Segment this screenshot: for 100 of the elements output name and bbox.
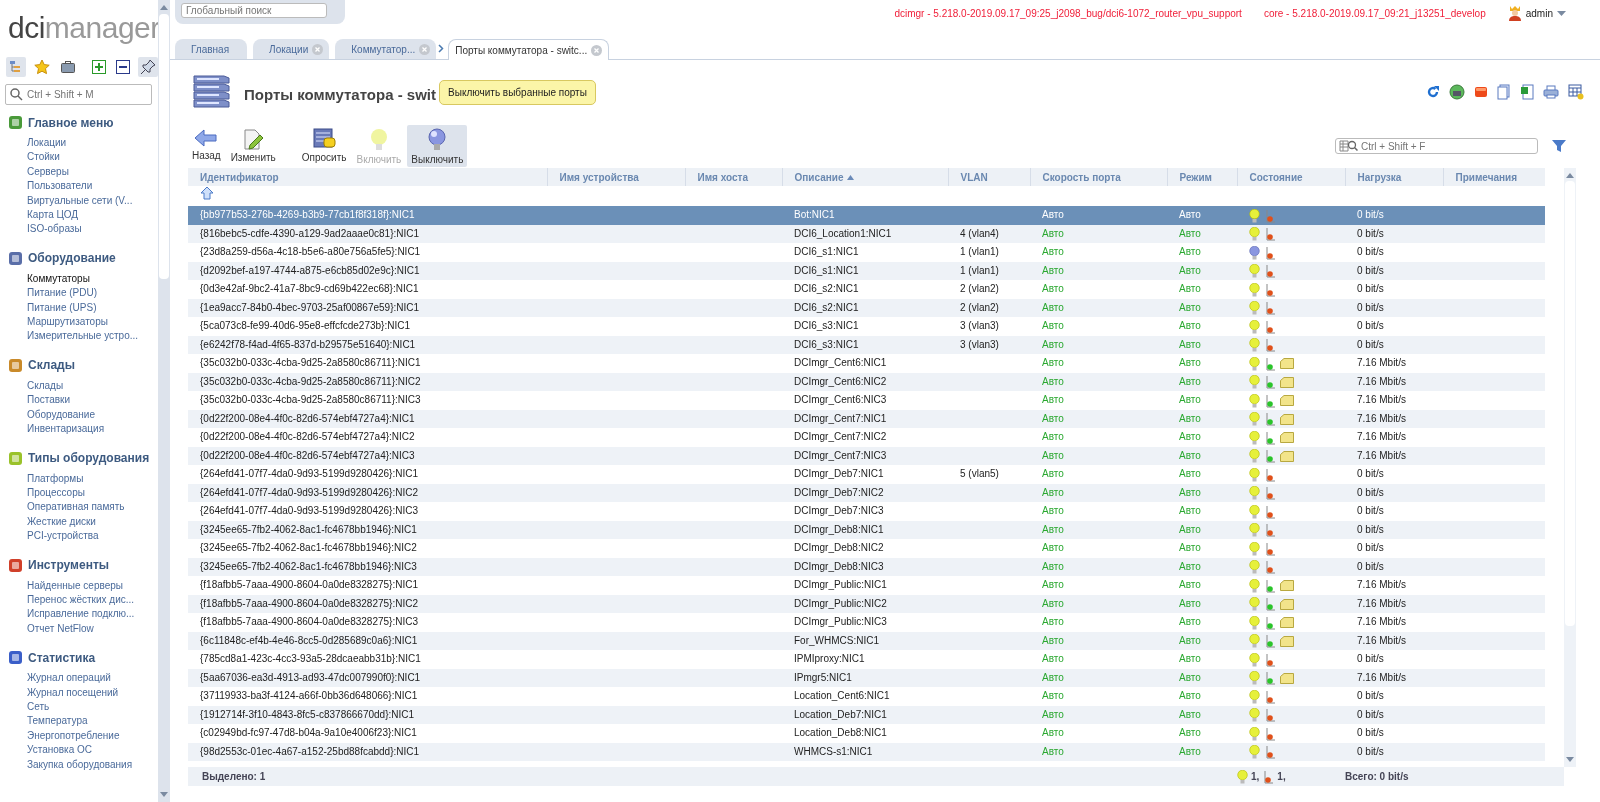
menu-item[interactable]: Маршрутизаторы — [0, 315, 158, 330]
collapse-tool-button[interactable] — [114, 58, 132, 76]
tree-tool-button[interactable] — [6, 57, 26, 77]
menu-section-title[interactable]: Типы оборудования — [28, 451, 150, 465]
global-search-field[interactable]: Глобальный поиск — [181, 3, 327, 18]
close-icon[interactable] — [591, 44, 603, 56]
menu-item[interactable]: Журнал посещений — [0, 685, 158, 700]
table-row[interactable]: {5aa67036-ea3d-4913-ad93-47dc007990f0}:NIC1 IPmgr5:NIC1 Авто Авто 7.16 Mbit/s — [188, 668, 1545, 687]
tab[interactable]: Главная — [175, 39, 248, 59]
toolbar-button[interactable]: Выключить — [407, 125, 468, 167]
table-row[interactable]: {3245ee65-7fb2-4062-8ac1-fc4678bb1946}:NIC3 DCImgr_Deb8:NIC3 Авто Авто 0 bit/s — [188, 557, 1545, 576]
tab[interactable]: Порты коммутатора - switc... — [448, 39, 610, 60]
table-row[interactable]: {0d3e42af-9bc2-41a7-8bc9-cd69b422ec68}:NIC1 DCI6_s2:NIC1 2 (vlan2) Авто Авто 0 bit/s — [188, 280, 1545, 299]
table-row[interactable]: {e6242f78-f4ad-4f65-837d-b29575e51640}:NIC1 DCI6_s3:NIC1 3 (vlan3) Авто Авто 0 bit/s — [188, 335, 1545, 354]
menu-item[interactable]: Измерительные устро... — [0, 329, 158, 344]
menu-item[interactable]: Закупка оборудования — [0, 757, 158, 772]
pin-tool-button[interactable] — [138, 57, 158, 77]
menu-item[interactable]: Стойки — [0, 150, 158, 165]
table-scrollbar[interactable] — [1564, 168, 1576, 767]
table-row[interactable]: {f18afbb5-7aaa-4900-8604-0a0de8328275}:NIC3 DCImgr_Public:NIC3 Авто Авто 7.16 Mbit/s — [188, 613, 1545, 632]
user-name[interactable]: admin — [1525, 7, 1553, 19]
menu-item[interactable]: Исправление подклю... — [0, 607, 158, 622]
table-row[interactable]: {5ca073c8-fe99-40d6-95e8-effcfcde273b}:NIC1 DCI6_s3:NIC1 3 (vlan3) Авто Авто 0 bit/s — [188, 317, 1545, 336]
menu-item[interactable]: ISO-образы — [0, 222, 158, 237]
menu-item[interactable]: Пользователи — [0, 179, 158, 194]
column-header[interactable]: Идентификатор — [188, 168, 547, 186]
column-header[interactable]: Имя устройства — [547, 168, 685, 186]
close-icon[interactable] — [419, 43, 431, 55]
scroll-down-icon[interactable] — [1566, 757, 1574, 763]
tab[interactable]: Коммутатор... — [335, 39, 437, 59]
column-header[interactable]: Описание — [782, 168, 948, 186]
table-row[interactable]: {35c032b0-033c-4cba-9d25-2a8580c86711}:NIC2 DCImgr_Cent6:NIC2 Авто Авто 7.16 Mbit/s — [188, 372, 1545, 391]
menu-item[interactable]: Жесткие диски — [0, 514, 158, 530]
menu-item[interactable]: Температура — [0, 714, 158, 729]
toolbar-button[interactable]: Назад — [188, 125, 225, 167]
table-row[interactable]: {0d22f200-08e4-4f0c-82d6-574ebf4727a4}:NIC2 DCImgr_Cent7:NIC2 Авто Авто 7.16 Mbit/s — [188, 428, 1545, 447]
table-row[interactable]: {6c11848c-ef4b-4e46-8cc5-0d285689c0a6}:NIC1 For_WHMCS:NIC1 Авто Авто 7.16 Mbit/s — [188, 631, 1545, 650]
column-header[interactable]: Имя хоста — [685, 168, 782, 186]
table-row[interactable]: {785cd8a1-423c-4cc3-93a5-28dcaeabb31b}:NIC1 IPMIproxy:NIC1 Авто Авто 0 bit/s — [188, 650, 1545, 669]
menu-section-title[interactable]: Главное меню — [28, 115, 114, 130]
menu-item[interactable]: Перенос жёстких дис... — [0, 592, 158, 608]
table-row[interactable]: {264efd41-07f7-4da0-9d93-5199d9280426}:NIC3 DCImgr_Deb7:NIC3 Авто Авто 0 bit/s — [188, 502, 1545, 521]
table-row[interactable]: {bb977b53-276b-4269-b3b9-77cb1f8f318f}:NIC1 Bot:NIC1 Авто Авто 0 bit/s — [188, 206, 1545, 225]
tab[interactable]: Локации — [253, 39, 330, 59]
menu-section-title[interactable]: Инструменты — [28, 558, 110, 573]
menu-item[interactable]: Карта ЦОД — [0, 208, 158, 223]
column-header[interactable]: Примечания — [1443, 168, 1545, 186]
menu-item[interactable]: Платформы — [0, 471, 158, 486]
column-header[interactable]: Скорость порта — [1030, 168, 1167, 186]
menu-item[interactable]: Склады — [0, 378, 158, 394]
table-row[interactable]: {3245ee65-7fb2-4062-8ac1-fc4678bb1946}:NIC2 DCImgr_Deb8:NIC2 Авто Авто 0 bit/s — [188, 539, 1545, 558]
table-row[interactable]: {264efd41-07f7-4da0-9d93-5199d9280426}:NIC2 DCImgr_Deb7:NIC2 Авто Авто 0 bit/s — [188, 483, 1545, 502]
table-row[interactable]: {264efd41-07f7-4da0-9d93-5199d9280426}:NIC1 DCImgr_Deb7:NIC1 5 (vlan5) Авто Авто 0 bit/s — [188, 465, 1545, 484]
menu-section-title[interactable]: Оборудование — [28, 251, 116, 266]
close-icon[interactable] — [312, 43, 324, 55]
menu-item[interactable]: Сеть — [0, 699, 158, 715]
expand-tool-button[interactable] — [90, 58, 108, 76]
menu-item[interactable]: Локации — [0, 136, 158, 151]
menu-section-title[interactable]: Статистика — [28, 650, 96, 665]
menu-item[interactable]: Отчет NetFlow — [0, 621, 158, 637]
table-row[interactable]: {3245ee65-7fb2-4062-8ac1-fc4678bb1946}:NIC1 DCImgr_Deb8:NIC1 Авто Авто 0 bit/s — [188, 520, 1545, 539]
menu-item[interactable]: Инвентаризация — [0, 422, 158, 437]
menu-item[interactable]: Виртуальные сети (V... — [0, 193, 158, 209]
table-row[interactable]: {f18afbb5-7aaa-4900-8604-0a0de8328275}:NIC2 DCImgr_Public:NIC2 Авто Авто 7.16 Mbit/s — [188, 594, 1545, 613]
scroll-down-icon[interactable] — [160, 792, 168, 798]
sidebar-scrollbar[interactable] — [158, 0, 170, 802]
refresh-icon[interactable] — [1426, 85, 1440, 99]
table-row[interactable]: {0d22f200-08e4-4f0c-82d6-574ebf4727a4}:NIC3 DCImgr_Cent7:NIC3 Авто Авто 7.16 Mbit/s — [188, 446, 1545, 465]
table-row[interactable]: {35c032b0-033c-4cba-9d25-2a8580c86711}:NIC3 DCImgr_Cent6:NIC3 Авто Авто 7.16 Mbit/s — [188, 391, 1545, 410]
menu-item[interactable]: Энергопотребление — [0, 728, 158, 744]
column-header[interactable]: Нагрузка — [1345, 168, 1443, 186]
table-settings-icon[interactable] — [1568, 84, 1584, 100]
table-row[interactable]: {1912714f-3f10-4843-8fc5-c837866670dd}:NIC1 Location_Deb7:NIC1 Авто Авто 0 bit/s — [188, 705, 1545, 724]
column-header[interactable]: VLAN — [948, 168, 1030, 186]
menu-item[interactable]: Коммутаторы — [0, 271, 158, 287]
table-row[interactable]: {23d8a259-d56a-4c18-b5e6-a80e756a5fe5}:NIC1 DCI6_s1:NIC1 1 (vlan1) Авто Авто 0 bit/s — [188, 243, 1545, 262]
table-row[interactable]: {c02949bd-fc97-47d8-b04a-9a10e4006f23}:NIC1 Location_Deb8:NIC1 Авто Авто 0 bit/s — [188, 724, 1545, 743]
table-row[interactable]: {0d22f200-08e4-4f0c-82d6-574ebf4727a4}:NIC1 DCImgr_Cent7:NIC1 Авто Авто 7.16 Mbit/s — [188, 409, 1545, 428]
toolbar-button[interactable]: Опросить — [297, 125, 351, 167]
menu-search-field[interactable]: Ctrl + Shift + M — [5, 84, 152, 105]
table-row[interactable]: {98d2553c-01ec-4a67-a152-25bd88fcabdd}:NIC1 WHMCS-s1:NIC1 Авто Авто 0 bit/s — [188, 742, 1545, 761]
scroll-up-icon[interactable] — [1566, 172, 1574, 178]
printer-icon[interactable] — [1543, 85, 1559, 99]
globe-icon[interactable] — [1449, 84, 1465, 100]
table-search-field[interactable]: Ctrl + Shift + F — [1335, 138, 1538, 154]
menu-item[interactable]: Журнал операций — [0, 671, 158, 686]
menu-item[interactable]: Процессоры — [0, 485, 158, 501]
menu-item[interactable]: Оперативная память — [0, 500, 158, 515]
scroll-up-icon[interactable] — [160, 4, 168, 10]
spreadsheet-icon[interactable] — [1520, 84, 1534, 100]
menu-item[interactable]: PCI-устройства — [0, 529, 158, 544]
menu-item[interactable]: Серверы — [0, 164, 158, 180]
menu-item[interactable]: Питание (PDU) — [0, 286, 158, 301]
table-row[interactable]: {35c032b0-033c-4cba-9d25-2a8580c86711}:NIC1 DCImgr_Cent6:NIC1 Авто Авто 7.16 Mbit/s — [188, 354, 1545, 373]
toolbar-button[interactable]: Изменить — [226, 125, 280, 167]
menu-item[interactable]: Установка ОС — [0, 743, 158, 758]
table-row[interactable]: {37119933-ba3f-4124-a66f-0bb36d648066}:NIC1 Location_Cent6:NIC1 Авто Авто 0 bit/s — [188, 687, 1545, 706]
document-icon[interactable] — [1497, 84, 1511, 100]
column-header[interactable]: Состояние — [1237, 168, 1345, 186]
column-header[interactable]: Режим — [1167, 168, 1237, 186]
